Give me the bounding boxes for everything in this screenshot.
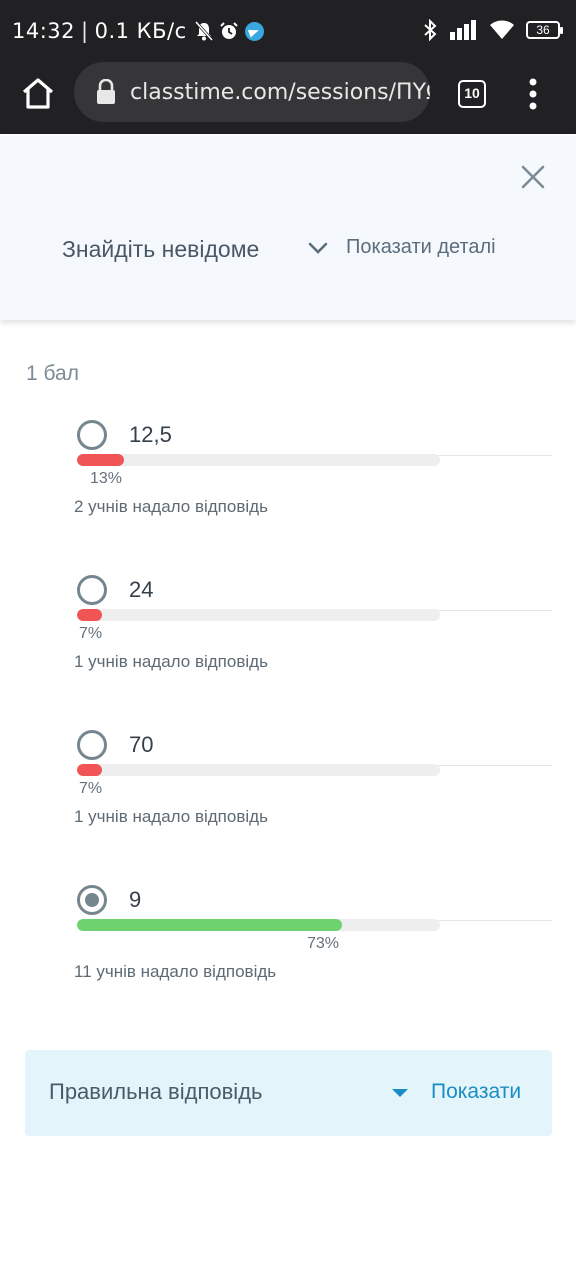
answer-count: 1 учнів надало відповідь <box>74 652 268 671</box>
signal-icon <box>450 20 476 40</box>
correct-answer-label: Правильна відповідь <box>49 1079 263 1104</box>
answer-option: 12,5 13% 2 учнів надало відповідь <box>0 420 576 560</box>
answer-count: 1 учнів надало відповідь <box>74 807 268 826</box>
answer-progress-fill <box>77 609 103 621</box>
status-time: 14:32 <box>12 19 76 43</box>
caret-down-icon[interactable] <box>392 1089 408 1097</box>
answer-option: 9 73% 11 учнів надало відповідь <box>0 885 576 1025</box>
alarm-icon <box>219 22 238 39</box>
answer-percent: 7% <box>79 780 103 797</box>
browser-toolbar: classtime.com/sessions/ΠΥΩ' 10 <box>0 62 576 134</box>
answer-text: 12,5 <box>129 420 552 456</box>
telegram-icon <box>244 21 264 41</box>
bell-off-icon <box>194 21 213 41</box>
answer-radio[interactable] <box>77 420 107 450</box>
answer-percent: 7% <box>79 625 103 642</box>
battery-icon: 36 <box>526 21 563 39</box>
answer-progress-fill <box>77 919 342 931</box>
answer-progress-fill <box>77 454 125 466</box>
answer-progress-track <box>77 764 440 776</box>
answer-option: 24 7% 1 учнів надало відповідь <box>0 575 576 715</box>
answer-progress-track <box>77 919 440 931</box>
answer-option: 70 7% 1 учнів надало відповідь <box>0 730 576 870</box>
answer-progress-track <box>77 609 440 621</box>
answer-progress-fill <box>77 764 103 776</box>
answer-count: 2 учнів надало відповідь <box>74 497 268 516</box>
status-separator: | <box>81 19 89 43</box>
answer-progress-track <box>77 454 440 466</box>
points-label: 1 бал <box>26 362 79 385</box>
answer-text: 9 <box>129 885 552 921</box>
status-bar: 14:32 | 0.1 КБ/с 36 <box>0 0 576 62</box>
tabs-icon[interactable]: 10 <box>458 80 486 108</box>
battery-level: 36 <box>536 23 550 37</box>
more-vert-icon[interactable] <box>522 76 544 112</box>
tab-count: 10 <box>464 85 480 101</box>
answer-count: 11 учнів надало відповідь <box>74 962 277 981</box>
show-details-toggle[interactable]: Показати деталі <box>306 236 496 259</box>
answer-radio[interactable] <box>77 730 107 760</box>
lock-icon <box>97 79 115 104</box>
home-icon[interactable] <box>18 74 58 114</box>
answer-radio[interactable] <box>77 885 107 915</box>
answer-radio[interactable] <box>77 575 107 605</box>
correct-answer-panel: Правильна відповідь Показати <box>25 1050 552 1136</box>
show-correct-answer-link[interactable]: Показати <box>431 1080 521 1104</box>
url-text: classtime.com/sessions/ΠΥΩ' <box>130 79 430 105</box>
address-bar[interactable]: classtime.com/sessions/ΠΥΩ' <box>74 62 430 122</box>
close-icon[interactable] <box>516 160 550 194</box>
answer-percent: 73% <box>307 935 340 952</box>
show-details-label: Показати деталі <box>346 236 496 258</box>
status-right: 36 <box>422 19 563 41</box>
status-left: 14:32 | 0.1 КБ/с <box>12 19 264 43</box>
question-header: Знайдіть невідоме Показати деталі <box>0 136 576 320</box>
question-title: Знайдіть невідоме <box>62 236 260 262</box>
answer-text: 70 <box>129 730 552 766</box>
bluetooth-icon <box>424 19 437 41</box>
wifi-icon <box>490 20 514 39</box>
answer-percent: 13% <box>90 470 123 487</box>
network-speed: 0.1 КБ/с <box>94 19 187 43</box>
chevron-down-icon <box>308 242 328 254</box>
answer-text: 24 <box>129 575 552 611</box>
